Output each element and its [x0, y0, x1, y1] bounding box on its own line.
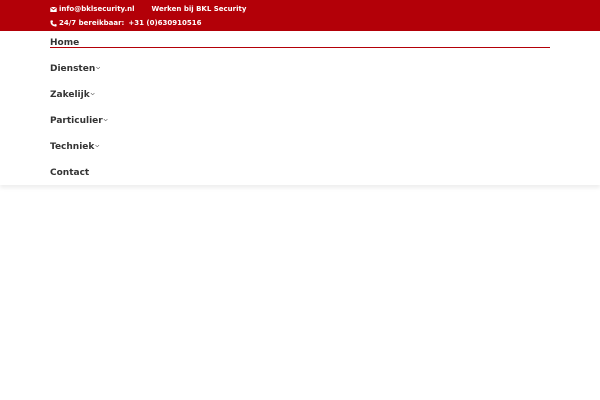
top-contact-bar: info@bklsecurity.nl Werken bij BKL Secur…	[0, 0, 600, 31]
nav-item-zakelijk[interactable]: Zakelijk⌵	[50, 90, 94, 100]
contact-row-phone: 24/7 bereikbaar: +31 (0)630910516	[50, 19, 201, 27]
nav-item-label: Particulier	[50, 116, 103, 126]
nav-item-label: Contact	[50, 168, 90, 178]
nav-item-label: Zakelijk	[50, 90, 90, 100]
nav-item-particulier[interactable]: Particulier⌵	[50, 116, 108, 126]
active-item-underline	[50, 47, 550, 48]
nav-item-contact[interactable]: Contact	[50, 168, 89, 178]
email-link[interactable]: info@bklsecurity.nl	[59, 5, 135, 13]
mobile-nav-menu: Home Diensten⌵ Zakelijk⌵ Particulier⌵ Te…	[0, 31, 600, 185]
contact-row-email: info@bklsecurity.nl Werken bij BKL Secur…	[50, 5, 246, 13]
envelope-icon	[50, 6, 57, 13]
nav-item-label: Diensten	[50, 64, 96, 74]
chevron-down-icon: ⌵	[96, 65, 101, 71]
chevron-down-icon: ⌵	[103, 117, 108, 123]
nav-item-diensten[interactable]: Diensten⌵	[50, 64, 100, 74]
nav-item-label: Techniek	[50, 142, 95, 152]
availability-label: 24/7 bereikbaar:	[59, 19, 125, 27]
phone-link[interactable]: +31 (0)630910516	[128, 19, 201, 27]
nav-item-techniek[interactable]: Techniek⌵	[50, 142, 99, 152]
phone-icon	[50, 19, 57, 27]
chevron-down-icon: ⌵	[90, 91, 95, 97]
chevron-down-icon: ⌵	[95, 143, 100, 149]
careers-link[interactable]: Werken bij BKL Security	[152, 5, 247, 13]
